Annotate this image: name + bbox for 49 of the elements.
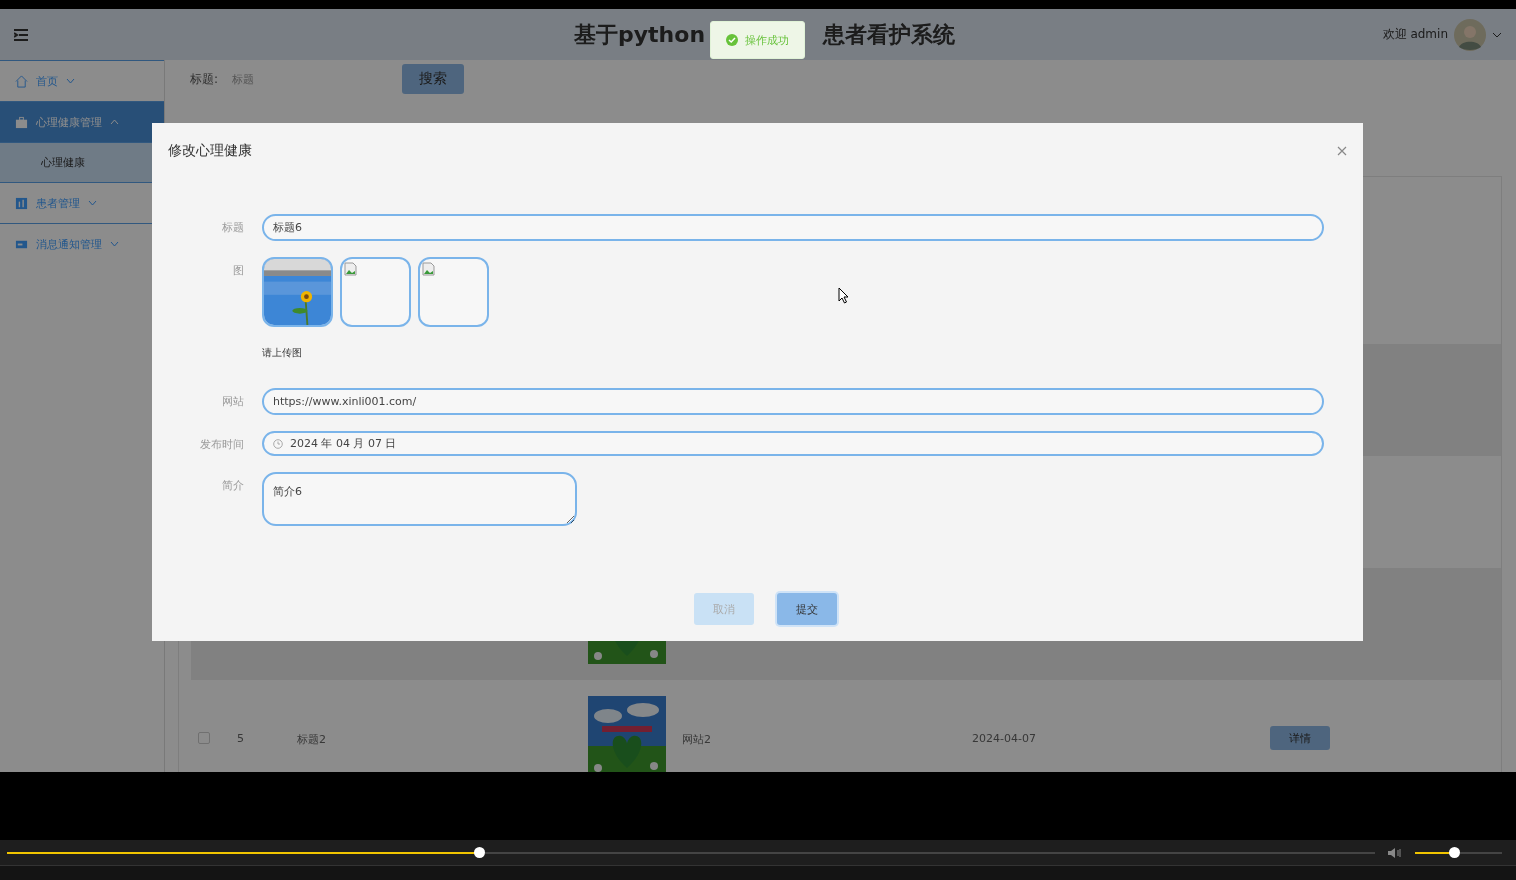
caret-icon [66,78,75,84]
sidebar-label: 消息通知管理 [36,236,102,252]
broken-image-icon [344,262,358,276]
briefcase-icon [15,115,28,129]
caret-icon [110,241,119,247]
table-cell-text: 网站2 [681,732,712,747]
menu-icon[interactable] [14,28,28,41]
volume-icon[interactable] [1387,846,1403,859]
text-field[interactable]: 标题6 [262,214,1324,241]
caret-icon [110,119,119,125]
details-button[interactable]: 详情 [1270,726,1330,750]
field-label: 图 [232,263,244,278]
sidebar-item[interactable]: 心理健康管理 [0,101,164,142]
clock-icon [273,438,283,449]
broken-image-icon [422,262,436,276]
field-label: 发布时间 [199,437,244,452]
volume-thumb[interactable] [1449,846,1461,858]
sidebar-label: 患者管理 [36,195,80,211]
date-value: 2024 年 04 月 07 日 [290,436,397,451]
row-checkbox[interactable] [198,732,210,744]
table-cell-text: 2024-04-07 [971,732,1037,745]
search-button[interactable]: 搜索 [402,64,465,94]
cursor-icon [838,287,849,304]
field-label: 简介 [221,478,244,493]
check-icon [726,34,738,46]
search-label: 标题: [190,70,219,88]
progress-thumb[interactable] [473,846,485,858]
date-field[interactable]: 2024 年 04 月 07 日 [262,431,1324,456]
sidebar-label: 首页 [36,73,58,89]
welcome-text: 欢迎 admin [1382,26,1448,43]
table-cell-text: 标题2 [296,732,327,747]
toast-text: 操作成功 [745,32,789,48]
cancel-button[interactable]: 取消 [694,593,754,625]
dialog-title: 修改心理健康 [168,142,252,160]
field-label: 网站 [221,394,244,409]
home-icon [15,74,28,88]
text-area[interactable]: 简介6 [262,472,577,526]
submit-button[interactable]: 提交 [777,593,837,625]
app-title: 基于python [574,20,706,49]
table-cell-text: 5 [236,732,245,745]
chart-icon [15,196,28,210]
caret-icon[interactable] [1492,31,1502,38]
close-icon[interactable] [1337,146,1347,156]
text-field[interactable]: https://www.xinli001.com/ [262,388,1324,415]
caret-icon [88,200,97,206]
upload-hint: 请上传图 [262,346,303,360]
field-label: 标题 [221,220,244,235]
app-title: 患者看护系统 [823,20,956,49]
sidebar-label: 心理健康管理 [36,114,102,130]
